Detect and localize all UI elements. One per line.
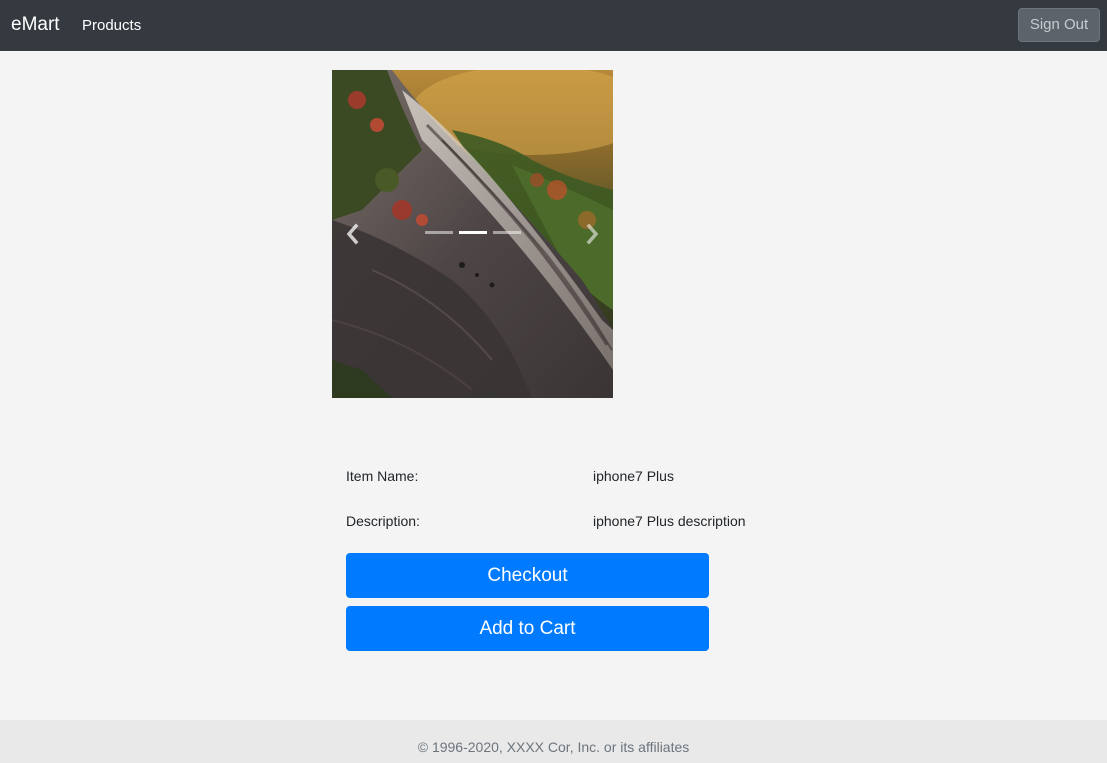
item-name-label: Item Name: (346, 468, 419, 484)
carousel-indicators (425, 230, 521, 236)
carousel-next-button[interactable] (583, 220, 603, 248)
chevron-right-icon (586, 223, 599, 245)
brand-logo[interactable]: eMart (11, 13, 60, 37)
item-name-value: iphone7 Plus (593, 468, 674, 484)
nav-link-products[interactable]: Products (82, 16, 141, 36)
chevron-left-icon (346, 223, 359, 245)
footer-copyright: © 1996-2020, XXXX Cor, Inc. or its affil… (417, 739, 690, 755)
carousel-indicator-2[interactable] (459, 231, 487, 234)
top-navbar: eMart Products Sign Out (0, 0, 1107, 51)
carousel-indicator-1[interactable] (425, 231, 453, 234)
carousel-prev-button[interactable] (342, 220, 362, 248)
add-to-cart-button[interactable]: Add to Cart (346, 606, 709, 651)
sign-out-button[interactable]: Sign Out (1018, 8, 1100, 42)
page-footer: © 1996-2020, XXXX Cor, Inc. or its affil… (0, 720, 1107, 763)
carousel-indicator-3[interactable] (493, 231, 521, 234)
description-value: iphone7 Plus description (593, 513, 746, 529)
checkout-button[interactable]: Checkout (346, 553, 709, 598)
product-image-carousel[interactable] (332, 70, 613, 398)
description-label: Description: (346, 513, 420, 529)
